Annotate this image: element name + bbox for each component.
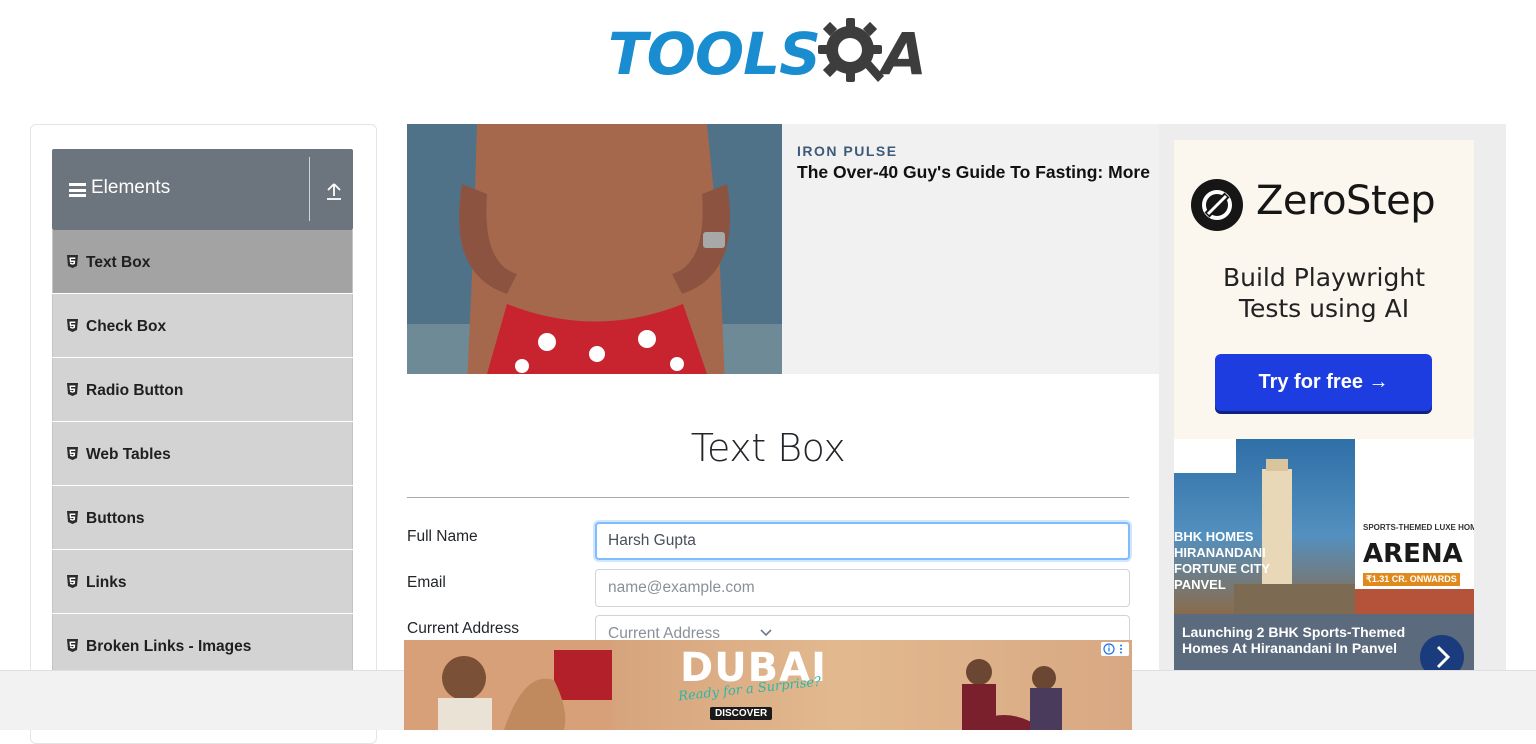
hr-right-text2: ARENA xyxy=(1363,539,1463,569)
html5-icon xyxy=(67,511,78,524)
try-for-free-button[interactable]: Try for free → xyxy=(1215,354,1432,411)
logo-text-a: A xyxy=(881,20,927,88)
full-name-input[interactable] xyxy=(595,522,1130,560)
zerostep-logo-icon xyxy=(1191,179,1243,231)
header-divider xyxy=(309,157,310,221)
html5-icon xyxy=(67,575,78,588)
hiranandani-ad[interactable]: BHK HOMES HIRANANDANI FORTUNE CITY PANVE… xyxy=(1174,439,1474,684)
logo-text-tools: TOOLS xyxy=(608,20,821,88)
right-ad-container[interactable]: ZeroStep Build Playwright Tests using AI… xyxy=(1159,124,1506,684)
group-title: Elements xyxy=(91,177,171,198)
dubai-ad-banner[interactable]: DUBAI Ready for a Surprise? DISCOVER xyxy=(404,640,1132,730)
hr-left-text3: FORTUNE CITY xyxy=(1174,561,1271,576)
sidebar-item-links[interactable]: Links xyxy=(52,550,353,613)
zerostep-subtitle-line1: Build Playwright xyxy=(1222,263,1426,292)
promo-photo xyxy=(407,124,782,374)
zerostep-subtitle: Build Playwright Tests using AI xyxy=(1174,262,1474,324)
promo-brand: IRON PULSE xyxy=(797,143,898,159)
sidebar-item-web-tables[interactable]: Web Tables xyxy=(52,422,353,485)
hr-left-text2: HIRANANDANI xyxy=(1174,545,1266,560)
sidebar-item-label: Broken Links - Images xyxy=(86,638,252,655)
promo-image xyxy=(407,124,782,374)
hr-left-text4: PANVEL xyxy=(1174,577,1226,592)
hr-right-text1: SPORTS-THEMED LUXE HOMES xyxy=(1363,523,1474,532)
html5-icon xyxy=(67,639,78,652)
elements-group-header[interactable]: Elements xyxy=(52,149,353,230)
email-input[interactable] xyxy=(595,569,1130,607)
sidebar-item-label: Radio Button xyxy=(86,382,184,399)
court-surface xyxy=(1355,589,1474,614)
hamburger-icon xyxy=(69,183,86,197)
full-name-label: Full Name xyxy=(407,528,478,545)
toolsqa-logo[interactable]: TOOLS A xyxy=(608,16,934,92)
html5-icon xyxy=(67,255,78,268)
adchoices-icon[interactable] xyxy=(1101,642,1129,656)
sidebar-item-label: Buttons xyxy=(86,510,145,527)
current-address-label: Current Address xyxy=(407,620,519,637)
sidebar-item-broken-links-images[interactable]: Broken Links - Images xyxy=(52,614,353,677)
hr-left-text1: BHK HOMES xyxy=(1174,529,1254,544)
sidebar-item-buttons[interactable]: Buttons xyxy=(52,486,353,549)
hr-right-text3: ₹1.31 CR. ONWARDS xyxy=(1363,573,1460,586)
sidebar-item-label: Links xyxy=(86,574,127,591)
title-divider xyxy=(407,497,1129,498)
zerostep-ad[interactable]: ZeroStep Build Playwright Tests using AI… xyxy=(1174,140,1474,440)
email-label: Email xyxy=(407,574,446,591)
sidebar-item-label: Check Box xyxy=(86,318,167,335)
hiranandani-ad-image-right: SPORTS-THEMED LUXE HOMES ARENA ₹1.31 CR.… xyxy=(1355,439,1474,614)
html5-icon xyxy=(67,319,78,332)
promo-ad-card[interactable]: IRON PULSE The Over-40 Guy's Guide To Fa… xyxy=(407,124,1159,374)
sidebar-item-radio-button[interactable]: Radio Button xyxy=(52,358,353,421)
promo-headline[interactable]: The Over-40 Guy's Guide To Fasting: More xyxy=(797,162,1150,183)
zerostep-brand: ZeroStep xyxy=(1256,178,1436,224)
hiranandani-ad-image-left: BHK HOMES HIRANANDANI FORTUNE CITY PANVE… xyxy=(1174,439,1355,614)
zerostep-subtitle-line2: Tests using AI xyxy=(1238,294,1410,323)
discover-button[interactable]: DISCOVER xyxy=(710,707,773,720)
html5-icon xyxy=(67,383,78,396)
sidebar-item-label: Web Tables xyxy=(86,446,171,463)
html5-icon xyxy=(67,447,78,460)
collapse-arrow-icon[interactable] xyxy=(325,181,343,201)
hr-caption-text: Launching 2 BHK Sports-Themed Homes At H… xyxy=(1182,624,1406,656)
sidebar-item-text-box[interactable]: Text Box xyxy=(52,230,353,293)
gear-magnifier-icon xyxy=(817,18,884,82)
page-title: Text Box xyxy=(690,426,846,470)
sidebar-item-label: Text Box xyxy=(86,254,151,271)
chevron-down-icon xyxy=(760,629,772,637)
sidebar-item-check-box[interactable]: Check Box xyxy=(52,294,353,357)
